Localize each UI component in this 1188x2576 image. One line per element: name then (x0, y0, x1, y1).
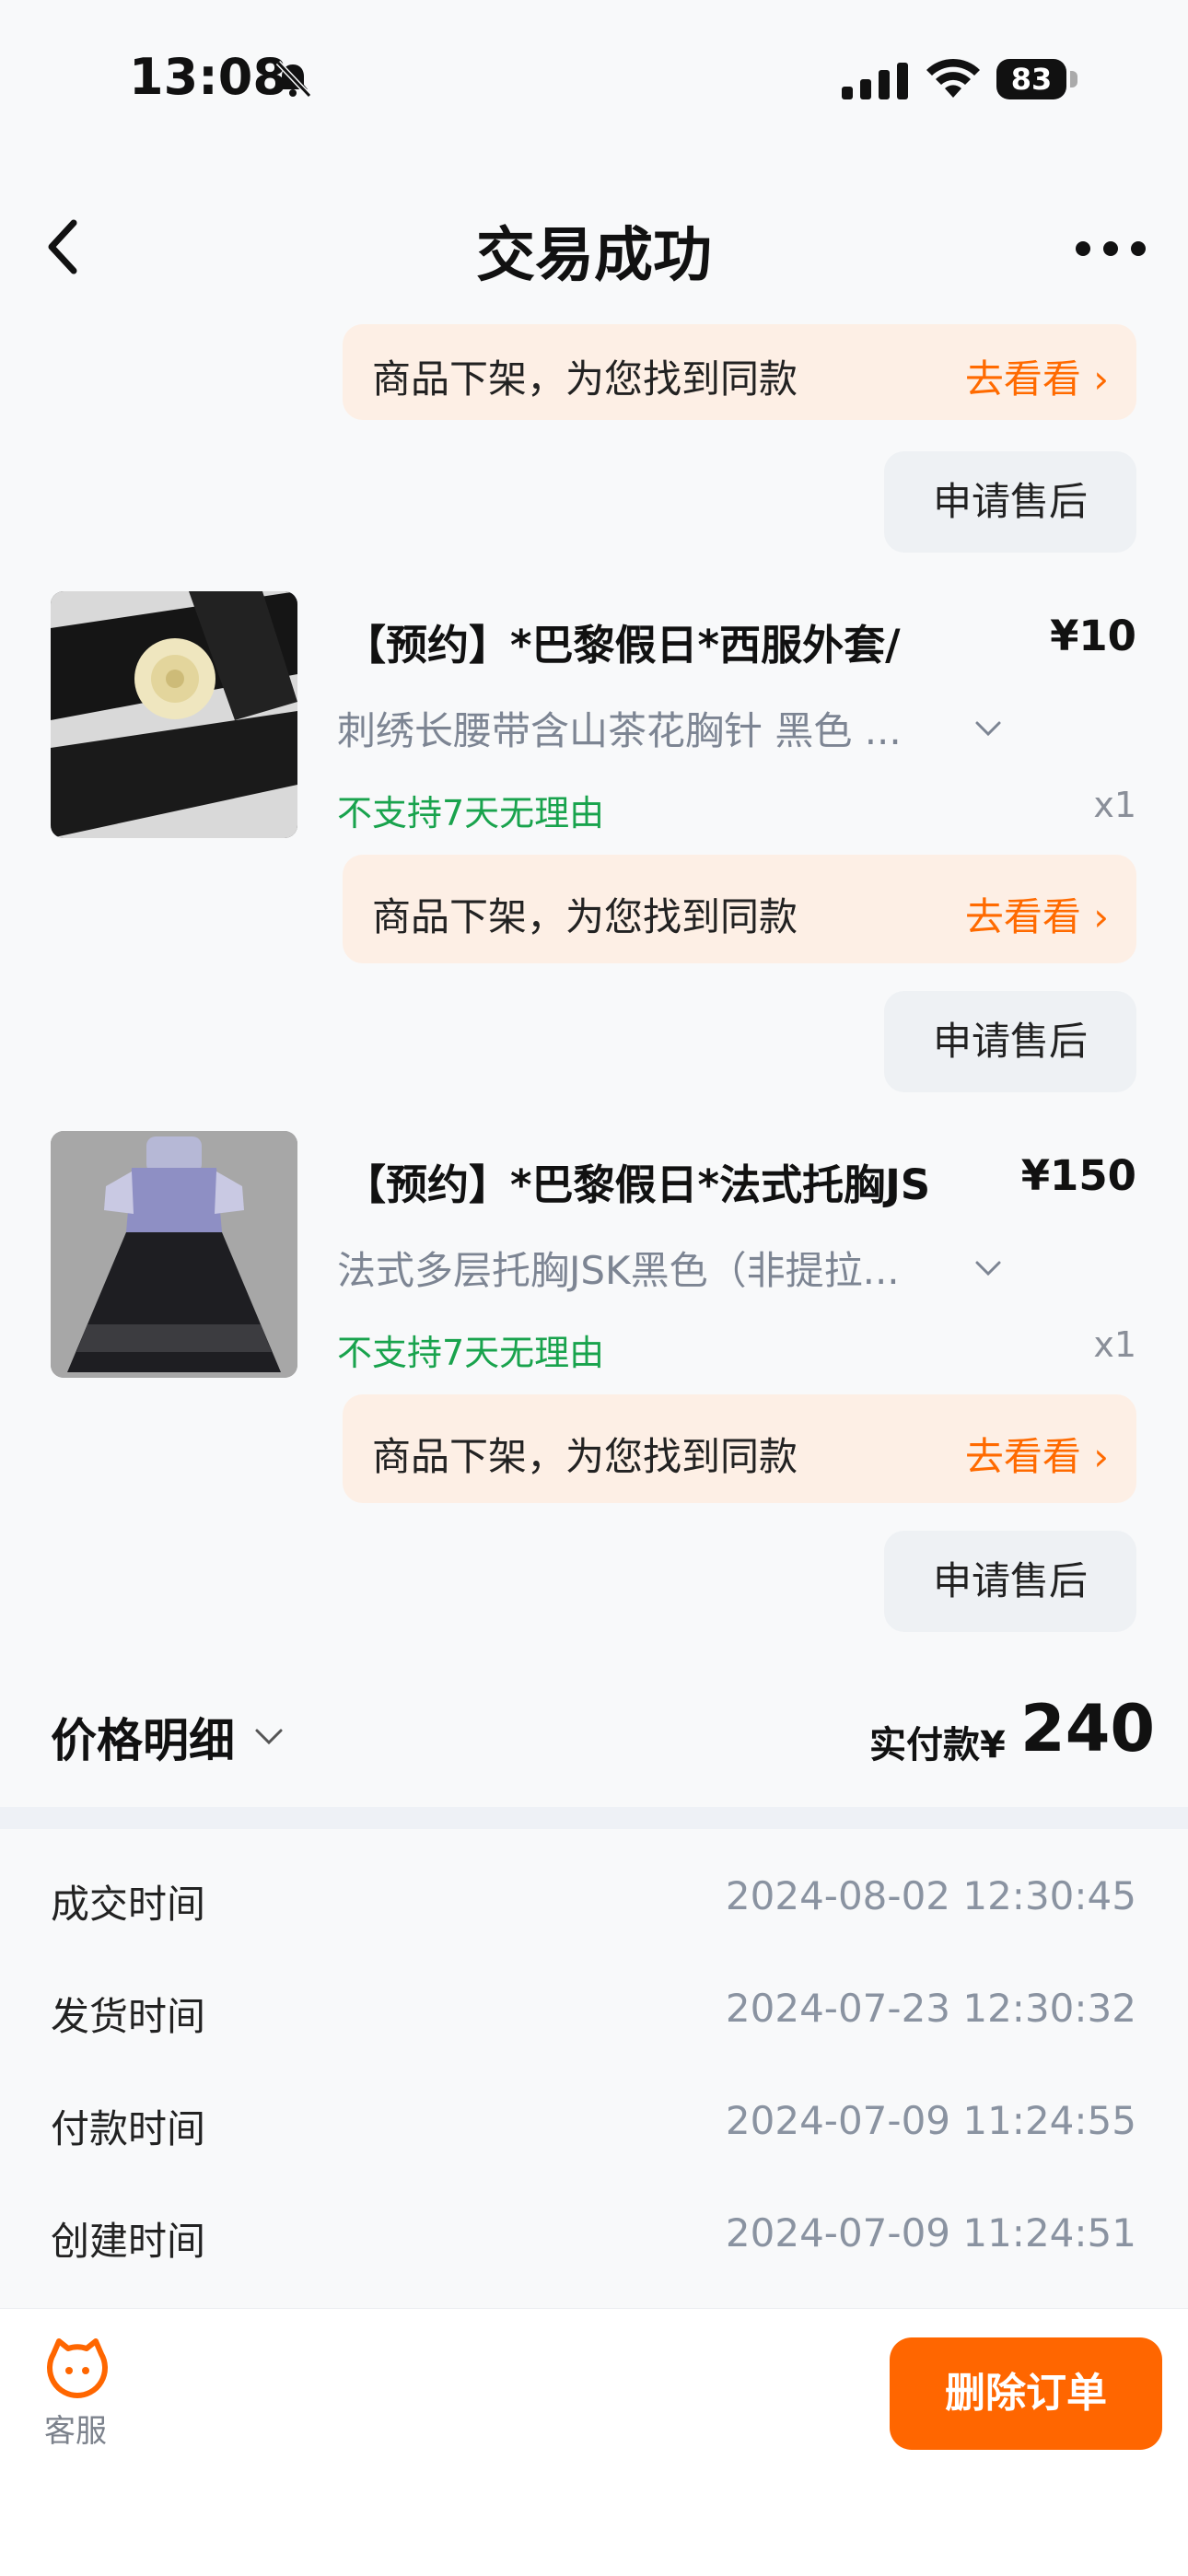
time-label: 创建时间 (51, 2219, 206, 2264)
view-similar-label: 去看看 (964, 356, 1081, 402)
product-photo-dress (51, 1131, 297, 1378)
item-price: ¥150 (1020, 1151, 1136, 1200)
view-similar-link[interactable]: 去看看 › (965, 886, 1109, 942)
time-value: 2024-07-23 12:30:32 (725, 1986, 1136, 2031)
paid-amount: 240 (1020, 1691, 1156, 1766)
product-image[interactable] (51, 591, 297, 838)
time-label: 发货时间 (51, 1994, 206, 2039)
time-value: 2024-08-02 12:30:45 (725, 1873, 1136, 1918)
chevron-down-icon[interactable] (974, 720, 1002, 739)
wifi-icon (926, 58, 980, 98)
view-similar-label: 去看看 (964, 894, 1081, 939)
view-similar-label: 去看看 (964, 1434, 1081, 1479)
delisted-notice[interactable]: 商品下架，为您找到同款 去看看 › (343, 855, 1136, 963)
customer-service-label[interactable]: 客服 (44, 2406, 107, 2451)
item-quantity: x1 (1093, 1324, 1136, 1365)
item-spec-text: 刺绣长腰带含山茶花胸针 黑色 ... (337, 708, 902, 753)
product-image[interactable] (51, 1131, 297, 1378)
item-spec-text: 法式多层托胸JSK黑色（非提拉... (337, 1248, 900, 1293)
view-similar-link[interactable]: 去看看 › (965, 1426, 1109, 1482)
item-price: ¥10 (1050, 612, 1136, 660)
paid-label: 实付款¥ (869, 1724, 1006, 1766)
page-title: 交易成功 (476, 222, 712, 290)
section-divider (0, 1807, 1188, 1829)
view-similar-link[interactable]: 去看看 › (965, 348, 1109, 404)
battery-cap (1070, 71, 1077, 87)
time-value: 2024-07-09 11:24:51 (725, 2210, 1136, 2255)
delisted-notice[interactable]: 商品下架，为您找到同款 去看看 › (343, 1394, 1136, 1503)
cellular-signal-icon (842, 63, 908, 99)
notice-text: 商品下架，为您找到同款 (372, 356, 798, 402)
item-title[interactable]: 【预约】*巴黎假日*法式托胸JS (344, 1151, 930, 1211)
battery-level: 83 (996, 59, 1066, 99)
product-photo-ribbon (51, 591, 297, 838)
notice-text: 商品下架，为您找到同款 (372, 894, 798, 939)
price-detail-toggle[interactable]: 价格明细 (51, 1704, 235, 1770)
customer-service-icon[interactable] (44, 2336, 111, 2402)
time-value: 2024-07-09 11:24:55 (725, 2098, 1136, 2143)
status-time: 13:08 (129, 48, 287, 106)
after-sale-button[interactable]: 申请售后 (884, 991, 1136, 1092)
battery-indicator: 83 (996, 59, 1081, 99)
bell-muted-icon (275, 60, 312, 99)
delete-order-button[interactable]: 删除订单 (890, 2337, 1162, 2450)
return-policy: 不支持7天无理由 (337, 1333, 605, 1373)
after-sale-button[interactable]: 申请售后 (884, 1531, 1136, 1632)
more-options-icon[interactable] (1076, 239, 1146, 258)
delisted-notice[interactable]: 商品下架，为您找到同款 去看看 › (343, 324, 1136, 420)
time-label: 成交时间 (51, 1882, 206, 1927)
item-spec[interactable]: 法式多层托胸JSK黑色（非提拉... (337, 1240, 900, 1296)
time-label: 付款时间 (51, 2106, 206, 2151)
chevron-down-icon[interactable] (974, 1260, 1002, 1278)
after-sale-button[interactable]: 申请售后 (884, 451, 1136, 553)
notice-text: 商品下架，为您找到同款 (372, 1434, 798, 1479)
return-policy: 不支持7天无理由 (337, 793, 605, 833)
chevron-down-icon[interactable] (254, 1728, 284, 1746)
item-quantity: x1 (1093, 785, 1136, 825)
item-spec[interactable]: 刺绣长腰带含山茶花胸针 黑色 ... (337, 700, 902, 756)
item-title[interactable]: 【预约】*巴黎假日*西服外套/ (344, 612, 901, 671)
